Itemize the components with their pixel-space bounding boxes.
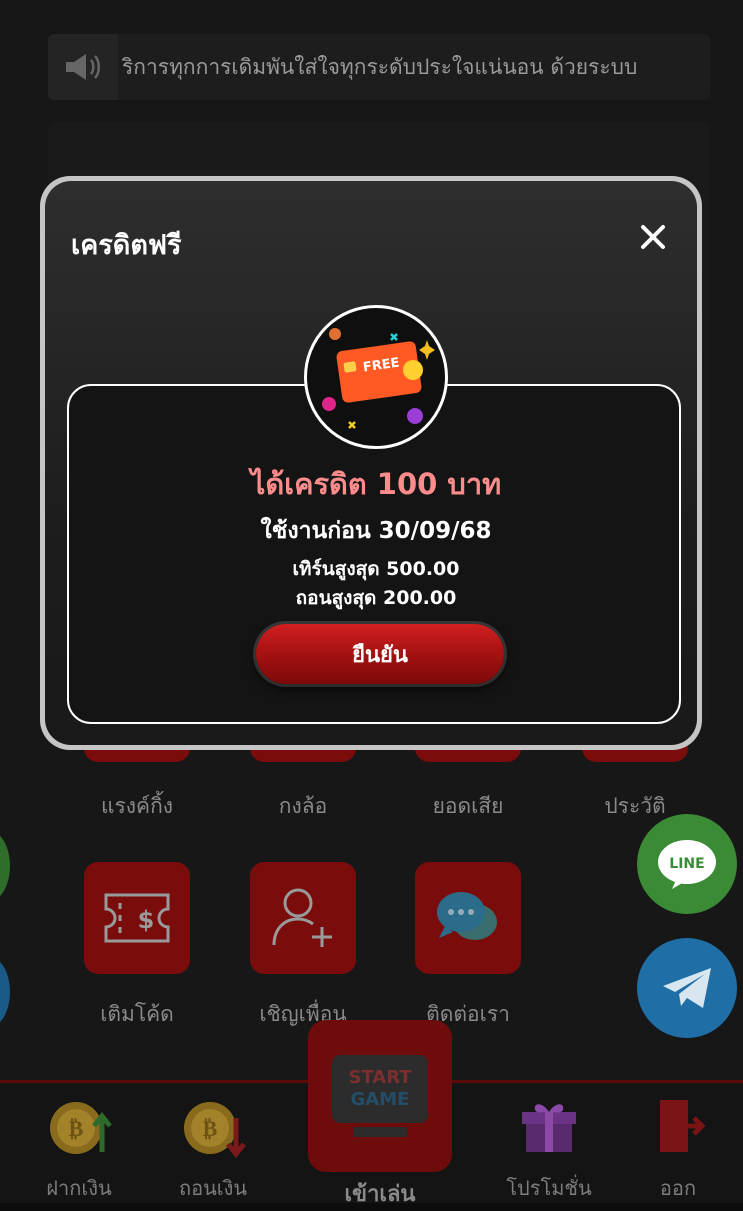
free-credit-modal: เครดิตฟรี FREE ได้เครดิต 100 บาท ใช้งานก… (40, 176, 702, 750)
deposit-coin-icon: ₿ (50, 1102, 112, 1154)
chat-bubbles-icon (415, 862, 521, 974)
nav-label: ถอนเงิน (178, 1176, 248, 1200)
confirm-button[interactable]: ยืนยัน (256, 624, 504, 684)
game-text: GAME (350, 1089, 410, 1110)
marquee-text: ริการทุกการเดิมพันใส่ใจทุกระดับประใจแน่น… (122, 54, 638, 79)
menu-label: ยอดเสีย (432, 794, 504, 818)
start-game-button[interactable]: START GAME (308, 1020, 452, 1172)
menu-item-invite-friend[interactable]: เชิญเพื่อน (250, 862, 356, 1031)
svg-text:$: $ (138, 906, 155, 934)
start-text: START (348, 1067, 412, 1088)
max-turnover-text: เทิร์นสูงสุด 500.00 (292, 558, 460, 580)
nav-label: ฝากเงิน (46, 1176, 112, 1200)
nav-promotion[interactable]: โปรโมชั่น (494, 1096, 604, 1204)
modal-title: เครดิตฟรี (71, 230, 182, 261)
nav-withdraw[interactable]: ₿ ถอนเงิน (158, 1096, 268, 1204)
telegram-icon[interactable] (637, 938, 737, 1038)
start-game-monitor-icon: START GAME (332, 1055, 428, 1123)
nav-play-label: เข้าเล่น (344, 1182, 416, 1207)
modal-body: เครดิตฟรี FREE ได้เครดิต 100 บาท ใช้งานก… (45, 181, 697, 745)
nav-label: โปรโมชั่น (506, 1176, 592, 1200)
nav-logout[interactable]: ออก (628, 1096, 728, 1204)
svg-text:₿: ₿ (69, 1117, 84, 1142)
svg-text:₿: ₿ (203, 1117, 218, 1142)
close-icon[interactable] (633, 217, 673, 257)
logout-door-icon (660, 1100, 706, 1152)
announcement-marquee: ริการทุกการเดิมพันใส่ใจทุกระดับประใจแน่น… (48, 34, 710, 100)
line-button[interactable]: LINE (637, 814, 737, 914)
gift-icon (522, 1104, 576, 1152)
speaker-icon (48, 34, 118, 100)
menu-item-redeem-code[interactable]: $ เติมโค้ด (84, 862, 190, 1031)
menu-label: แรงค์กิ้ง (100, 794, 174, 818)
free-card-illustration: FREE (304, 305, 448, 449)
expiry-text: ใช้งานก่อน 30/09/68 (260, 518, 492, 544)
withdraw-coin-icon: ₿ (184, 1102, 246, 1159)
max-withdraw-text: ถอนสูงสุด 200.00 (295, 587, 457, 609)
menu-label: เติมโค้ด (100, 1002, 174, 1026)
add-user-icon (250, 862, 356, 974)
ticket-dollar-icon: $ (84, 862, 190, 974)
menu-label: กงล้อ (278, 794, 328, 818)
nav-deposit[interactable]: ₿ ฝากเงิน (24, 1096, 134, 1204)
nav-label: ออก (659, 1176, 697, 1200)
monitor-stand (353, 1127, 407, 1137)
credit-headline: ได้เครดิต 100 บาท (250, 467, 502, 501)
line-label: LINE (669, 856, 705, 872)
menu-item-contact[interactable]: ติดต่อเรา (415, 862, 521, 1031)
